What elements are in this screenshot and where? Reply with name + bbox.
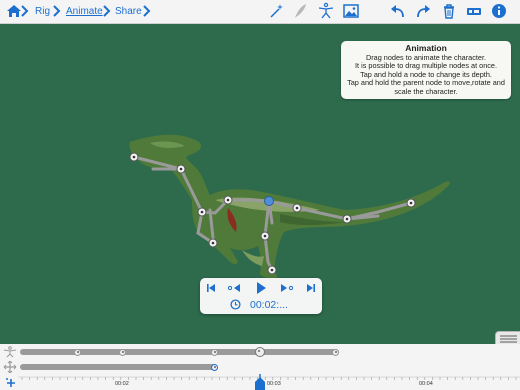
keyframe[interactable] bbox=[211, 348, 218, 356]
skip-to-end-icon[interactable] bbox=[305, 282, 317, 294]
add-track-icon[interactable] bbox=[4, 377, 18, 389]
rig-node-chest[interactable] bbox=[223, 195, 233, 205]
timeline-panel bbox=[0, 344, 520, 390]
current-time-display[interactable]: 00:02:... bbox=[250, 299, 288, 311]
rig-node-neck[interactable] bbox=[197, 207, 207, 217]
list-icon bbox=[500, 335, 517, 343]
previous-frame-icon[interactable] bbox=[227, 282, 243, 294]
rig-node-tail-end[interactable] bbox=[406, 198, 416, 208]
keyframe-selected[interactable] bbox=[255, 347, 265, 357]
rig-node-foot[interactable] bbox=[267, 265, 277, 275]
rig-node-jaw[interactable] bbox=[176, 164, 186, 174]
move-track-icon bbox=[3, 361, 17, 373]
skeleton-keyframe-track[interactable] bbox=[20, 349, 339, 355]
rig-node-tail-mid[interactable] bbox=[342, 214, 352, 224]
rig-node-arm[interactable] bbox=[208, 238, 218, 248]
next-frame-icon[interactable] bbox=[278, 282, 294, 294]
tooltip-line: scale the character. bbox=[394, 86, 458, 96]
playhead-marker[interactable] bbox=[253, 374, 267, 390]
ruler-label: 00:04 bbox=[419, 381, 433, 387]
tooltip-title: Animation bbox=[405, 43, 447, 53]
keyframe[interactable] bbox=[211, 363, 218, 371]
skip-to-start-icon[interactable] bbox=[205, 282, 217, 294]
position-keyframe-track[interactable] bbox=[20, 364, 216, 370]
playback-controls: 00:02:... bbox=[200, 278, 322, 314]
ruler-label: 00:02 bbox=[115, 381, 129, 387]
clock-icon[interactable] bbox=[230, 299, 241, 310]
animation-help-tooltip: Animation Drag nodes to animate the char… bbox=[341, 41, 511, 99]
rig-node-leg[interactable] bbox=[260, 231, 270, 241]
rig-node-hip[interactable] bbox=[292, 203, 302, 213]
keyframe[interactable] bbox=[74, 348, 81, 356]
skeleton-track-icon bbox=[3, 346, 17, 358]
play-icon[interactable] bbox=[255, 281, 267, 295]
keyframe[interactable] bbox=[119, 348, 126, 356]
keyframe[interactable] bbox=[332, 348, 339, 356]
rig-node-root[interactable] bbox=[264, 196, 274, 206]
rig-node-head[interactable] bbox=[129, 152, 139, 162]
ruler-label: 00:03 bbox=[267, 381, 281, 387]
